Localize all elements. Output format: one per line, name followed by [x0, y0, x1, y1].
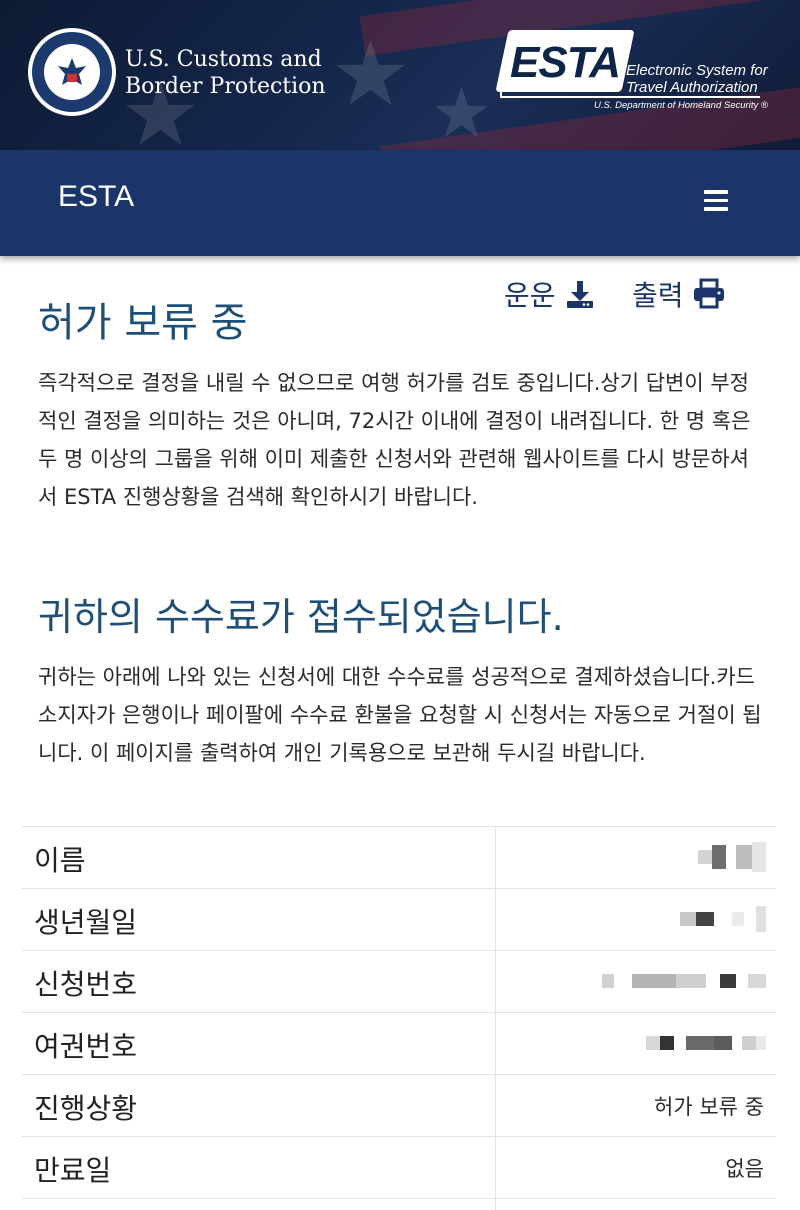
application-details-table: 이름 생년월일 신청번호 여권번호 진행상황 허가 보류 중 만료일 없음 [22, 826, 776, 1210]
dhs-seal-icon[interactable] [28, 28, 116, 116]
details-label: 이름 [34, 844, 86, 877]
print-button[interactable]: 출력 [632, 274, 726, 314]
agency-name[interactable]: U.S. Customs and Border Protection [125, 46, 326, 100]
esta-logo-tagline: Electronic System for Travel Authorizati… [626, 62, 768, 96]
esta-tagline-line1: Electronic System for [626, 62, 768, 79]
download-icon [566, 281, 593, 308]
hamburger-menu-icon[interactable] [704, 190, 728, 212]
details-row-name: 이름 [22, 827, 776, 889]
agency-name-line2: Border Protection [125, 74, 326, 99]
download-label: 운운 [504, 279, 556, 312]
esta-logo-word: ESTA [510, 38, 621, 87]
details-row-application-number: 신청번호 [22, 951, 776, 1013]
details-label: 생년월일 [34, 906, 138, 939]
printer-icon [693, 278, 724, 309]
esta-dhs-text: U.S. Department of Homeland Security ® [594, 100, 768, 111]
download-button[interactable]: 운운 [504, 274, 596, 314]
details-label: 만료일 [34, 1154, 112, 1187]
details-label: 신청번호 [34, 968, 138, 1001]
status-description: 즉각적으로 결정을 내릴 수 없으므로 여행 허가를 검토 중입니다.상기 답변… [38, 371, 751, 509]
details-row-birthdate: 생년월일 [22, 889, 776, 951]
redacted-value [646, 1027, 766, 1059]
flag-star-icon: ★ [430, 72, 493, 150]
details-value: 허가 보류 중 [654, 1095, 764, 1119]
agency-name-line1: U.S. Customs and [125, 47, 322, 72]
details-row-expiration: 만료일 없음 [22, 1137, 776, 1199]
details-label: 진행상황 [34, 1092, 138, 1125]
fee-description: 귀하는 아래에 나와 있는 신청서에 대한 수수료를 성공적으로 결제하셨습니다… [38, 665, 762, 765]
details-row-status: 진행상황 허가 보류 중 [22, 1075, 776, 1137]
top-navbar: ESTA [0, 150, 800, 256]
fee-heading: 귀하의 수수료가 접수되었습니다. [38, 595, 564, 639]
esta-tagline-line2: Travel Authorization [626, 79, 758, 96]
details-row-partial [22, 1199, 776, 1210]
details-value: 없음 [725, 1157, 764, 1181]
redacted-value [602, 965, 766, 997]
esta-logo[interactable]: ESTA Electronic System for Travel Author… [495, 30, 778, 120]
print-label: 출력 [632, 279, 684, 312]
status-heading: 허가 보류 중 [38, 300, 248, 346]
nav-title[interactable]: ESTA [58, 180, 134, 214]
redacted-value [680, 903, 766, 935]
details-row-passport-number: 여권번호 [22, 1013, 776, 1075]
details-label: 여권번호 [34, 1030, 138, 1063]
flag-star-icon: ★ [330, 22, 411, 127]
site-banner: ★ ★ ★ U.S. Customs and Border Protection… [0, 0, 800, 150]
redacted-value [698, 841, 766, 873]
